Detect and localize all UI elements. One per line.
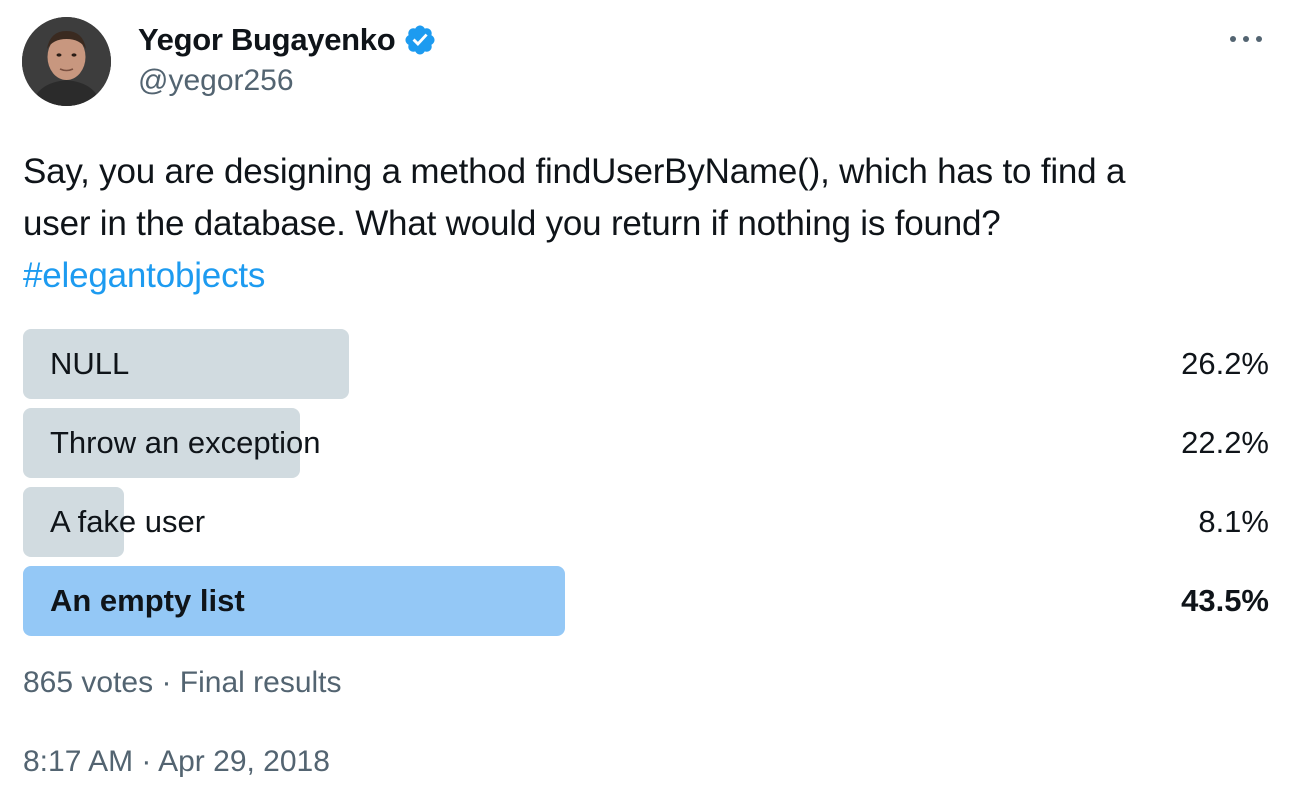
tweet: Yegor Bugayenko @yegor256 Say, you are d… (0, 0, 1298, 806)
verified-badge-icon[interactable] (403, 23, 437, 57)
timestamp[interactable]: 8:17 AM · Apr 29, 2018 (23, 745, 330, 779)
poll-meta: 865 votes · Final results (23, 666, 342, 700)
more-dots-icon (1230, 36, 1262, 42)
poll: NULL 26.2% Throw an exception 22.2% A fa… (23, 329, 1269, 645)
poll-option-label: An empty list (50, 583, 245, 618)
poll-option: A fake user 8.1% (23, 487, 1269, 557)
timestamp-time: 8:17 AM (23, 745, 134, 778)
tweet-text: Say, you are designing a method findUser… (23, 146, 1273, 302)
separator: · (141, 745, 152, 778)
poll-option-label: NULL (50, 346, 130, 381)
poll-status: Final results (179, 666, 342, 699)
timestamp-date: Apr 29, 2018 (158, 745, 330, 778)
more-button[interactable] (1224, 24, 1268, 54)
poll-option-percent: 22.2% (1181, 425, 1269, 460)
tweet-text-line: user in the database. What would you ret… (23, 204, 1001, 243)
separator: · (161, 666, 172, 699)
hashtag-link[interactable]: #elegantobjects (23, 250, 1273, 302)
author-name[interactable]: Yegor Bugayenko (138, 22, 396, 58)
poll-option-percent: 26.2% (1181, 346, 1269, 381)
poll-option: An empty list 43.5% (23, 566, 1269, 636)
author-name-row: Yegor Bugayenko (138, 20, 437, 60)
tweet-text-line: Say, you are designing a method findUser… (23, 152, 1126, 191)
poll-option: Throw an exception 22.2% (23, 408, 1269, 478)
poll-option: NULL 26.2% (23, 329, 1269, 399)
poll-votes: 865 votes (23, 666, 154, 699)
poll-option-percent: 8.1% (1198, 504, 1269, 539)
poll-option-label: Throw an exception (50, 425, 321, 460)
avatar-image (22, 17, 111, 106)
poll-option-label: A fake user (50, 504, 206, 539)
poll-option-percent: 43.5% (1181, 583, 1269, 618)
author-handle[interactable]: @yegor256 (138, 64, 294, 98)
avatar[interactable] (22, 17, 111, 106)
